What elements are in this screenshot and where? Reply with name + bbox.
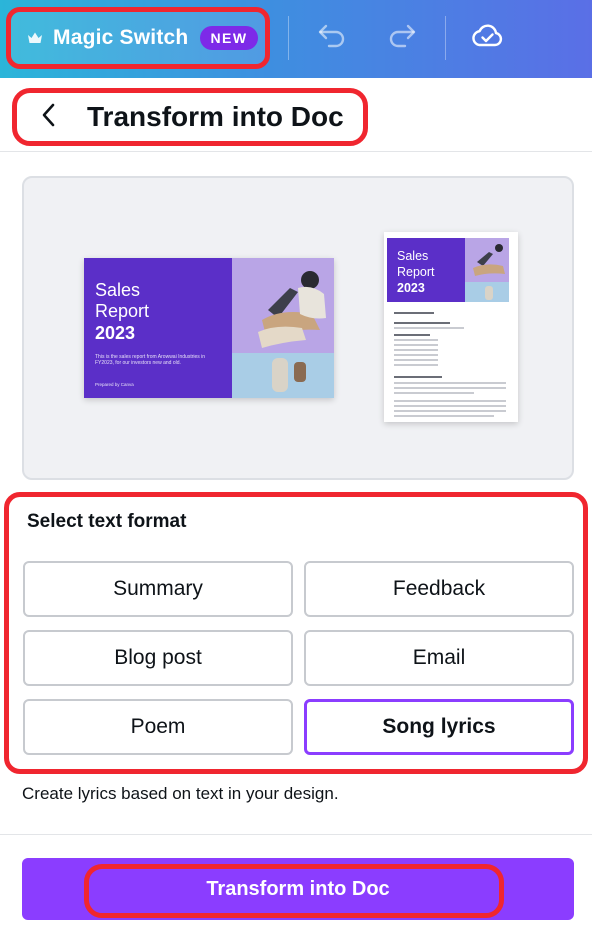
slide-description: This is the sales report from Arowwai In…	[95, 354, 206, 366]
doc-text-line	[394, 387, 506, 389]
undo-button[interactable]	[312, 18, 352, 58]
transform-into-doc-button[interactable]: Transform into Doc	[22, 858, 574, 920]
slide-photo	[232, 258, 334, 398]
redo-icon	[387, 23, 417, 54]
doc-text-line	[394, 327, 464, 329]
back-button[interactable]	[27, 95, 71, 139]
doc-text-line	[394, 405, 506, 407]
doc-text-line	[394, 322, 450, 324]
doc-title-line2: Report	[397, 265, 435, 279]
title-row: Transform into Doc	[12, 88, 368, 146]
doc-text-line	[394, 364, 438, 366]
doc-cover: Sales Report 2023	[387, 238, 465, 302]
magic-switch-label: Magic Switch	[53, 26, 189, 49]
format-option-blog-post[interactable]: Blog post	[23, 630, 293, 686]
doc-text-line	[394, 349, 438, 351]
doc-text-line	[394, 339, 438, 341]
doc-text-line	[394, 400, 506, 402]
slide-cover: Sales Report 2023 This is the sales repo…	[84, 258, 232, 398]
crown-icon	[27, 30, 43, 46]
slide-title-line2: Report	[95, 301, 150, 321]
format-helper-text: Create lyrics based on text in your desi…	[22, 784, 339, 803]
doc-text-line	[394, 354, 438, 356]
text-format-heading: Select text format	[27, 511, 187, 532]
format-option-song-lyrics[interactable]: Song lyrics	[304, 699, 574, 755]
doc-text-line	[394, 410, 506, 412]
doc-text-line	[394, 382, 506, 384]
new-badge: NEW	[200, 26, 258, 50]
undo-icon	[317, 23, 347, 54]
doc-text-line	[394, 392, 474, 394]
toolbar-divider	[288, 16, 289, 60]
divider	[0, 834, 592, 835]
format-option-feedback[interactable]: Feedback	[304, 561, 574, 617]
transform-button-label: Transform into Doc	[206, 877, 390, 900]
top-toolbar: Magic Switch NEW	[0, 0, 592, 78]
doc-text-line	[394, 334, 430, 336]
design-preview: Sales Report 2023 This is the sales repo…	[22, 176, 574, 480]
doc-text-line	[394, 312, 434, 314]
format-option-poem[interactable]: Poem	[23, 699, 293, 755]
redo-button[interactable]	[382, 18, 422, 58]
panel-header: Transform into Doc	[0, 78, 592, 152]
doc-year: 2023	[397, 281, 425, 295]
slide-title-line1: Sales	[95, 280, 141, 300]
magic-switch-button[interactable]: Magic Switch NEW	[6, 7, 270, 69]
doc-text-line	[394, 415, 494, 417]
chevron-left-icon	[41, 102, 57, 133]
page-title: Transform into Doc	[87, 101, 344, 132]
cloud-check-icon	[470, 22, 504, 55]
doc-text-line	[394, 344, 438, 346]
toolbar-divider	[445, 16, 446, 60]
doc-title-line1: Sales	[397, 249, 429, 263]
format-option-summary[interactable]: Summary	[23, 561, 293, 617]
doc-text-line	[394, 376, 442, 378]
document-thumbnail: Sales Report 2023	[384, 232, 518, 422]
save-status-button[interactable]	[467, 18, 507, 58]
text-format-section: Select text format Summary Feedback Blog…	[4, 492, 588, 774]
doc-text-line	[394, 359, 438, 361]
format-option-email[interactable]: Email	[304, 630, 574, 686]
doc-photo	[465, 238, 509, 302]
slide-year: 2023	[95, 323, 136, 343]
presentation-thumbnail: Sales Report 2023 This is the sales repo…	[84, 258, 334, 398]
slide-byline: Prepared by Canva	[95, 382, 134, 387]
